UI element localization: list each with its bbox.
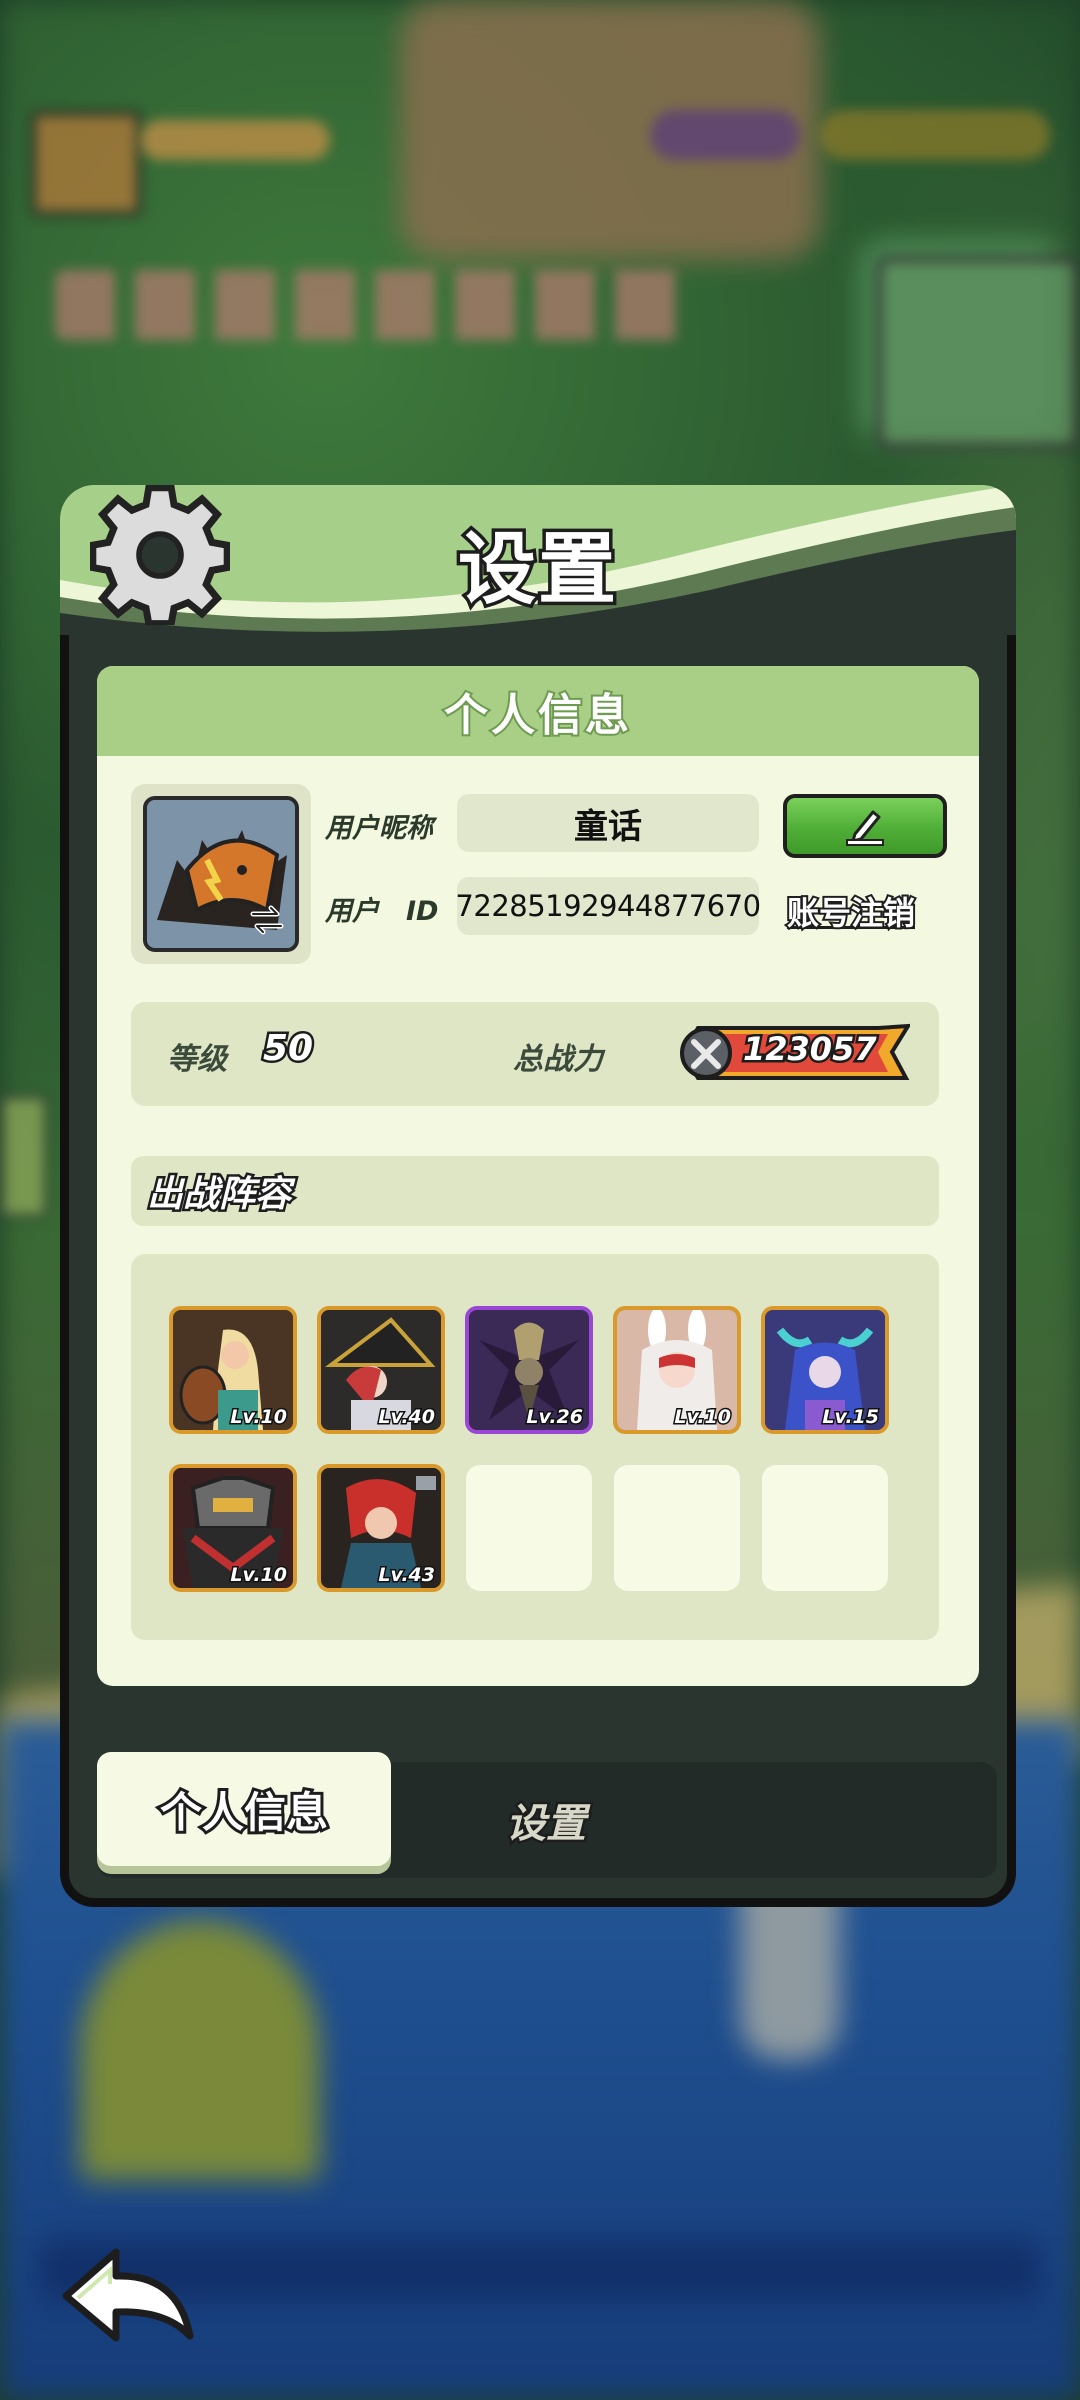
empty-hero-slot[interactable]	[466, 1465, 592, 1591]
profile-content: 个人信息 用户昵称 童话 用户 ID 72285192944877670 账号注…	[97, 666, 979, 1686]
tab-settings[interactable]: 设置	[391, 1762, 701, 1878]
settings-panel: 设置 个人信息 用户昵称 童话 用户 ID 72285192944877670 …	[60, 485, 1016, 1907]
lineup-header: 出战阵容	[131, 1156, 939, 1226]
section-title: 个人信息	[442, 688, 632, 743]
power-label: 总战力	[513, 1042, 603, 1077]
lineup-grid: Lv.10 Lv.40 Lv.26 Lv.10 Lv.15 Lv.10 Lv.4…	[131, 1254, 939, 1640]
avatar[interactable]	[143, 796, 299, 952]
back-arrow-icon[interactable]	[58, 2238, 198, 2348]
stats-bar: 等级 50 总战力 123057	[131, 1002, 939, 1106]
power-value: 123057	[741, 1028, 880, 1071]
hero-level: Lv.43	[377, 1563, 437, 1588]
hero-slot[interactable]: Lv.10	[169, 1306, 297, 1434]
empty-hero-slot[interactable]	[762, 1465, 888, 1591]
hero-level: Lv.40	[377, 1405, 437, 1430]
lineup-title: 出战阵容	[144, 1172, 293, 1218]
cancel-account-link[interactable]: 账号注销	[785, 888, 917, 934]
section-header: 个人信息	[97, 666, 979, 756]
empty-hero-slot[interactable]	[614, 1465, 740, 1591]
hero-level: Lv.26	[525, 1405, 585, 1430]
panel-header: 设置	[60, 485, 1016, 635]
avatar-frame[interactable]	[131, 784, 311, 964]
hero-level: Lv.10	[673, 1405, 733, 1430]
hero-slot[interactable]: Lv.10	[169, 1464, 297, 1592]
tab-profile[interactable]: 个人信息	[97, 1752, 391, 1866]
tab-profile-label: 个人信息	[157, 1785, 331, 1840]
level-label: 等级	[167, 1042, 227, 1077]
nickname-label: 用户昵称	[325, 813, 433, 844]
tab-settings-label: 设置	[504, 1799, 589, 1850]
tab-bar: 个人信息 设置	[97, 1752, 997, 1878]
panel-title: 设置	[454, 522, 619, 619]
level-value: 50	[260, 1026, 315, 1072]
edit-nickname-button[interactable]	[783, 794, 947, 858]
hero-slot[interactable]: Lv.40	[317, 1306, 445, 1434]
hero-slot[interactable]: Lv.26	[465, 1306, 593, 1434]
hero-slot[interactable]: Lv.15	[761, 1306, 889, 1434]
swap-icon[interactable]	[247, 900, 287, 940]
hero-slot[interactable]: Lv.43	[317, 1464, 445, 1592]
pencil-icon	[846, 810, 884, 846]
hero-level: Lv.15	[821, 1405, 881, 1430]
nickname-field: 童话	[457, 794, 759, 852]
user-id-field: 72285192944877670	[455, 877, 761, 935]
hero-level: Lv.10	[229, 1405, 289, 1430]
user-id-label: 用户 ID	[325, 896, 439, 927]
hero-slot[interactable]: Lv.10	[613, 1306, 741, 1434]
hero-level: Lv.10	[229, 1563, 289, 1588]
